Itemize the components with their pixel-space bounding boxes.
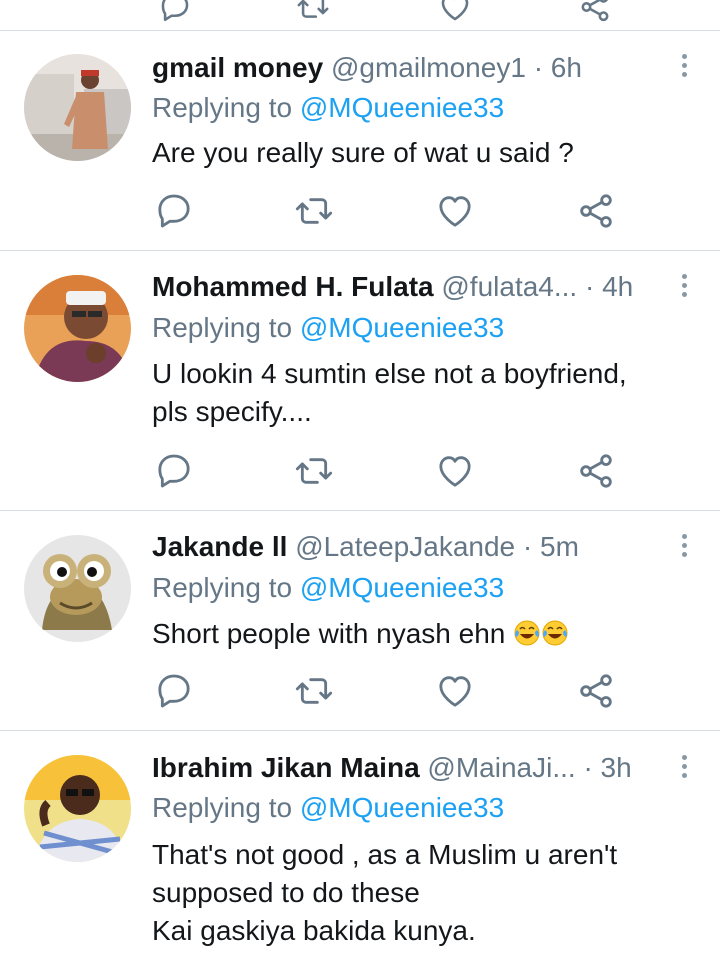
share-icon[interactable] — [576, 191, 616, 231]
share-icon[interactable] — [576, 451, 616, 491]
tweet-actions — [152, 451, 632, 491]
display-name[interactable]: Ibrahim Jikan Maina — [152, 752, 420, 783]
mention-link[interactable]: @MQueeniee33 — [300, 792, 504, 823]
mention-link[interactable]: @MQueeniee33 — [300, 572, 504, 603]
more-options-icon[interactable] — [674, 531, 694, 563]
display-name[interactable]: gmail money — [152, 52, 323, 83]
replying-to: Replying to @MQueeniee33 — [152, 571, 504, 605]
face-with-tears-of-joy-icon — [514, 620, 540, 646]
tweet-text-content: Short people with nyash ehn — [152, 618, 506, 649]
like-icon[interactable] — [435, 451, 475, 491]
tweet-header: Jakande ll @LateepJakande · 5m — [152, 530, 660, 564]
mention-link[interactable]: @MQueeniee33 — [300, 92, 504, 123]
user-handle[interactable]: @MainaJi... — [427, 752, 575, 783]
reply-icon[interactable] — [158, 0, 192, 24]
replying-to-label: Replying to — [152, 572, 293, 603]
reply-icon[interactable] — [154, 191, 194, 231]
tweet-text-line: pls specify.... — [152, 396, 312, 427]
replying-to: Replying to @MQueeniee33 — [152, 311, 504, 345]
like-icon[interactable] — [438, 0, 472, 24]
tweet-text-line: That's not good , as a Muslim u aren't — [152, 839, 618, 870]
reply-tweet[interactable]: gmail money @gmailmoney1 · 6h Replying t… — [0, 31, 720, 251]
tweet-header: Ibrahim Jikan Maina @MainaJi... · 3h — [152, 751, 660, 785]
tweet-text: Are you really sure of wat u said ? — [152, 134, 690, 172]
previous-tweet-actions — [0, 0, 720, 31]
display-name[interactable]: Mohammed H. Fulata — [152, 271, 434, 302]
tweet-header: gmail money @gmailmoney1 · 6h — [152, 51, 660, 85]
replying-to-label: Replying to — [152, 92, 293, 123]
tweet-text-line: Are you really sure of wat u said ? — [152, 137, 574, 168]
tweet-text: Short people with nyash ehn — [152, 615, 690, 653]
reply-tweet[interactable]: Ibrahim Jikan Maina @MainaJi... · 3h Rep… — [0, 731, 720, 968]
timestamp: · 5m — [522, 531, 579, 562]
tweet-text-line: Kai gaskiya bakida kunya. — [152, 915, 476, 946]
tweet-text: U lookin 4 sumtin else not a boyfriend, … — [152, 355, 690, 431]
share-icon[interactable] — [578, 0, 612, 24]
retweet-icon[interactable] — [294, 191, 334, 231]
user-handle[interactable]: @gmailmoney1 — [331, 52, 526, 83]
mention-link[interactable]: @MQueeniee33 — [300, 312, 504, 343]
avatar[interactable] — [24, 275, 131, 382]
more-options-icon[interactable] — [674, 271, 694, 303]
share-icon[interactable] — [576, 671, 616, 711]
retweet-icon[interactable] — [294, 451, 334, 491]
reply-icon[interactable] — [154, 451, 194, 491]
replying-to-label: Replying to — [152, 312, 293, 343]
replying-to: Replying to @MQueeniee33 — [152, 791, 504, 825]
more-options-icon[interactable] — [674, 752, 694, 784]
reply-icon[interactable] — [154, 671, 194, 711]
retweet-icon[interactable] — [296, 0, 330, 24]
like-icon[interactable] — [435, 671, 475, 711]
replying-to: Replying to @MQueeniee33 — [152, 91, 504, 125]
avatar[interactable] — [24, 755, 131, 862]
replying-to-label: Replying to — [152, 792, 293, 823]
reply-tweet[interactable]: Jakande ll @LateepJakande · 5m Replying … — [0, 511, 720, 731]
timestamp: · 3h — [583, 752, 632, 783]
timestamp: · 6h — [533, 52, 582, 83]
reply-tweet[interactable]: Mohammed H. Fulata @fulata4... · 4h Repl… — [0, 251, 720, 511]
avatar[interactable] — [24, 535, 131, 642]
like-icon[interactable] — [435, 191, 475, 231]
display-name[interactable]: Jakande ll — [152, 531, 287, 562]
tweet-text-line: Short people with nyash ehn — [152, 615, 690, 653]
face-with-tears-of-joy-icon — [542, 620, 568, 646]
tweet-text-line: supposed to do these — [152, 877, 420, 908]
tweet-text: That's not good , as a Muslim u aren't s… — [152, 836, 690, 950]
timestamp: · 4h — [585, 271, 634, 302]
avatar[interactable] — [24, 54, 131, 161]
retweet-icon[interactable] — [294, 671, 334, 711]
user-handle[interactable]: @LateepJakande — [295, 531, 515, 562]
more-options-icon[interactable] — [674, 51, 694, 83]
tweet-text-line: U lookin 4 sumtin else not a boyfriend, — [152, 358, 627, 389]
tweet-actions — [152, 191, 632, 231]
tweet-actions — [152, 671, 632, 711]
user-handle[interactable]: @fulata4... — [441, 271, 577, 302]
tweet-header: Mohammed H. Fulata @fulata4... · 4h — [152, 270, 660, 304]
